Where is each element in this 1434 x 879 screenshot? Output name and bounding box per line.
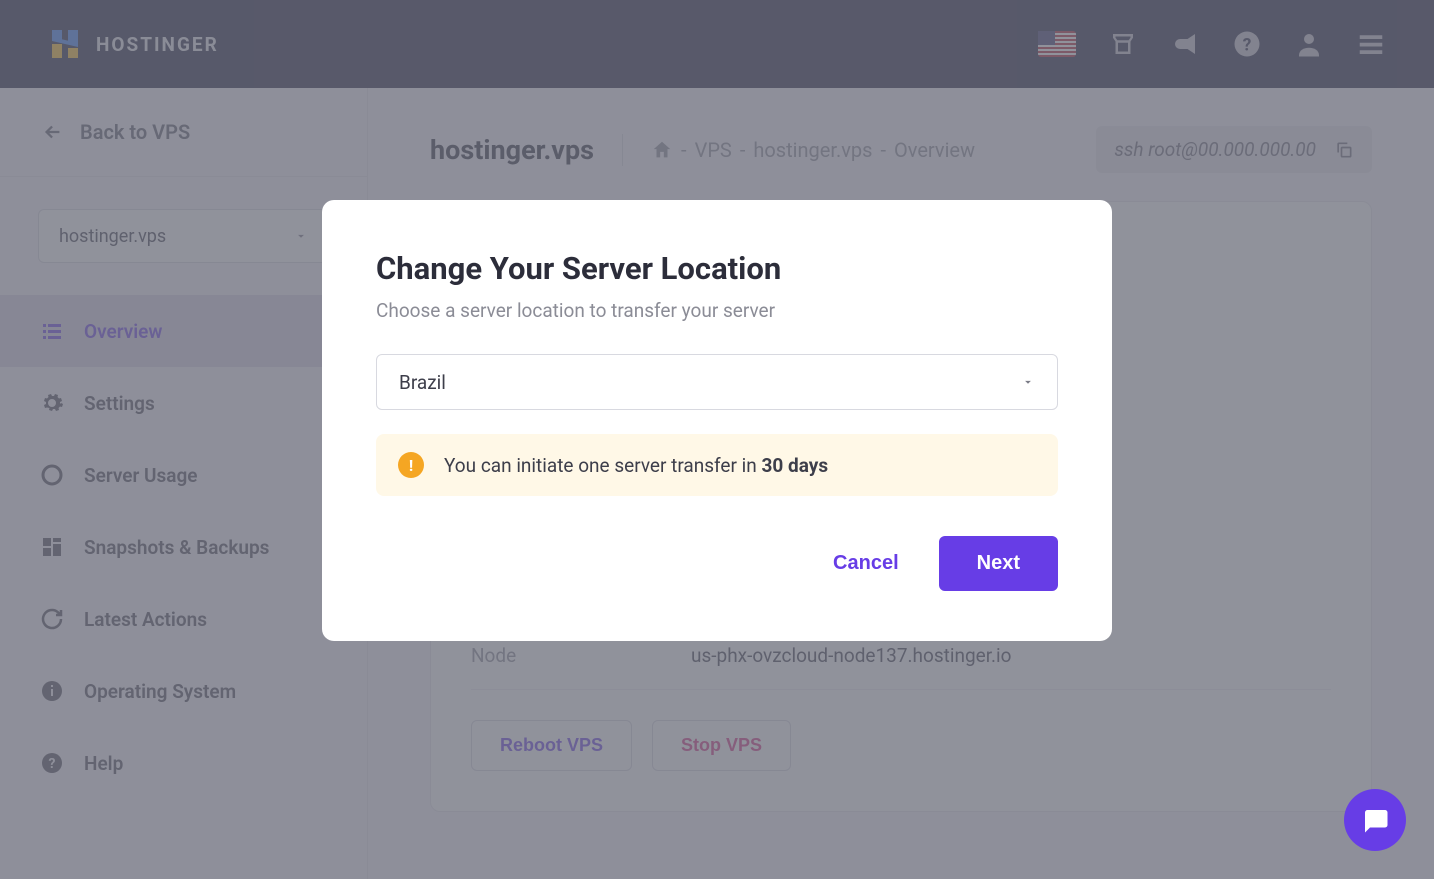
change-location-modal: Change Your Server Location Choose a ser… — [322, 200, 1112, 641]
chat-widget[interactable] — [1344, 789, 1406, 851]
location-selected-value: Brazil — [399, 371, 446, 394]
transfer-warning: ! You can initiate one server transfer i… — [376, 434, 1058, 496]
cancel-button[interactable]: Cancel — [833, 552, 899, 575]
next-button[interactable]: Next — [939, 536, 1058, 591]
chevron-down-icon — [1021, 375, 1035, 389]
alert-strong: 30 days — [762, 454, 829, 477]
location-select[interactable]: Brazil — [376, 354, 1058, 410]
modal-title: Change Your Server Location — [376, 250, 1058, 287]
alert-text: You can initiate one server transfer in — [444, 454, 762, 477]
chat-icon — [1360, 805, 1390, 835]
modal-subtitle: Choose a server location to transfer you… — [376, 299, 1058, 322]
warning-icon: ! — [398, 452, 424, 478]
modal-overlay[interactable]: Change Your Server Location Choose a ser… — [0, 0, 1434, 879]
